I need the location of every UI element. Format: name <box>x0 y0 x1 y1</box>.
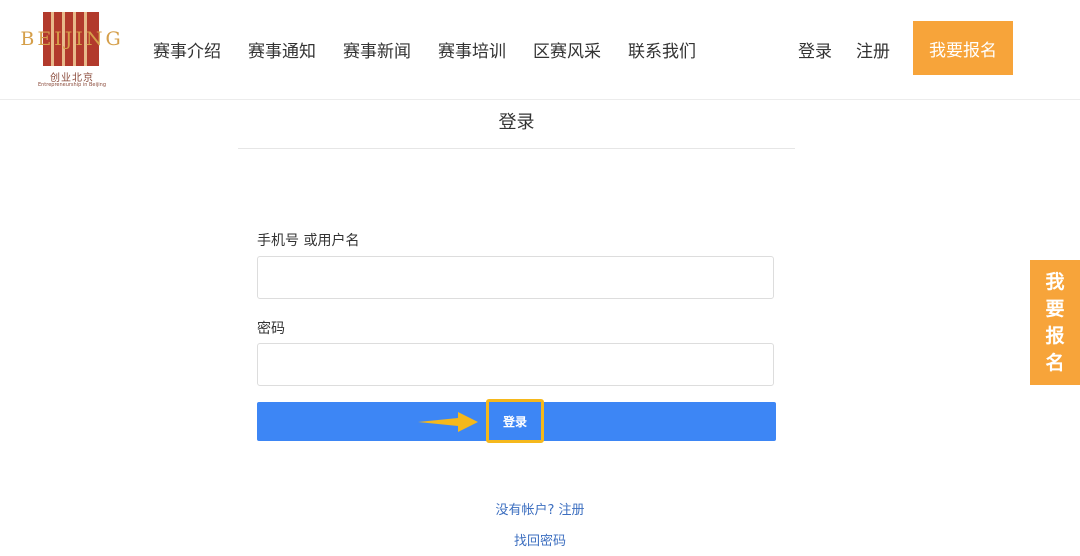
password-input[interactable] <box>257 343 774 386</box>
nav-item-district[interactable]: 区赛风采 <box>533 37 601 62</box>
side-tab-char: 名 <box>1045 351 1065 374</box>
nav-item-training[interactable]: 赛事培训 <box>438 37 506 62</box>
username-label: 手机号 或用户名 <box>257 233 360 249</box>
nav-item-contact[interactable]: 联系我们 <box>628 37 696 62</box>
page-title: 登录 <box>498 112 535 133</box>
logo-wordmark: BEIJING <box>20 28 124 50</box>
recover-password-link[interactable]: 找回密码 <box>514 534 566 549</box>
nav-item-news[interactable]: 赛事新闻 <box>343 37 411 62</box>
header-login-link[interactable]: 登录 <box>798 37 832 62</box>
nav-item-notices[interactable]: 赛事通知 <box>248 37 316 62</box>
arrow-right-icon <box>418 412 478 432</box>
beijing-logo[interactable]: BEIJING 创业北京 Entrepreneurship in Beijing <box>18 10 126 90</box>
register-link-row: 没有帐户? 注册 <box>0 499 1080 518</box>
nav-item-intro[interactable]: 赛事介绍 <box>153 37 221 62</box>
auth-links: 登录 注册 <box>786 0 902 99</box>
no-account-register-link[interactable]: 没有帐户? 注册 <box>495 503 584 518</box>
username-input[interactable] <box>257 256 774 299</box>
header-register-link[interactable]: 注册 <box>856 37 890 62</box>
password-label: 密码 <box>257 321 285 337</box>
logo-english-name: Entrepreneurship in Beijing <box>37 82 107 88</box>
title-divider <box>238 148 795 149</box>
recover-link-row: 找回密码 <box>0 530 1080 549</box>
login-submit-label[interactable]: 登录 <box>486 399 544 443</box>
page: BEIJING 创业北京 Entrepreneurship in Beijing… <box>0 0 1080 556</box>
side-tab-char: 报 <box>1045 324 1065 347</box>
signup-button[interactable]: 我要报名 <box>913 21 1013 75</box>
main-nav: 赛事介绍 赛事通知 赛事新闻 赛事培训 区赛风采 联系我们 <box>140 0 710 99</box>
side-tab-char: 要 <box>1045 297 1065 320</box>
side-tab-char: 我 <box>1045 270 1065 293</box>
side-signup-tab[interactable]: 我 要 报 名 <box>1030 260 1080 385</box>
site-header: BEIJING 创业北京 Entrepreneurship in Beijing… <box>0 0 1080 100</box>
